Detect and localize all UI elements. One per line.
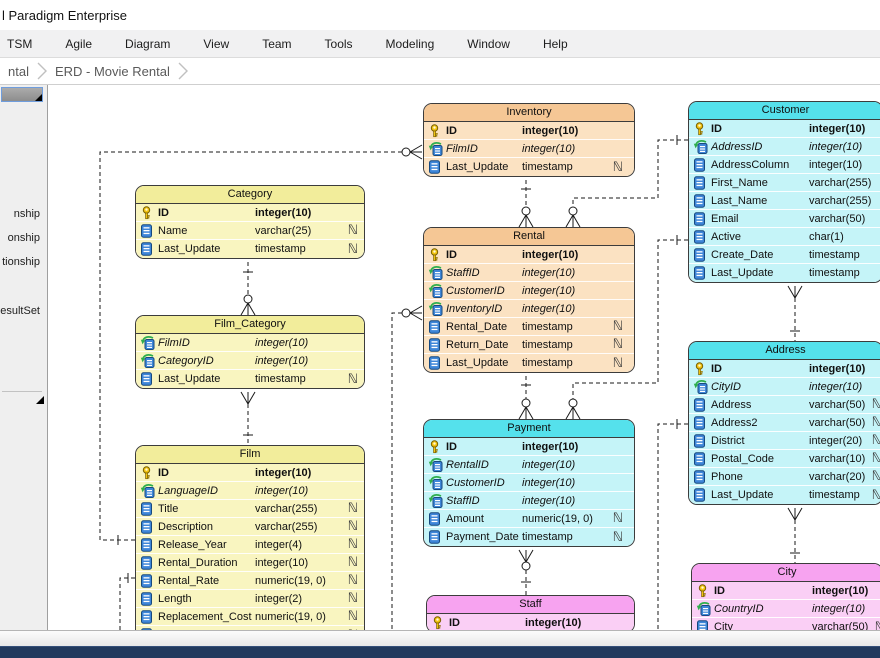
relationship-connector[interactable] [120, 573, 135, 630]
tool-corner-handle-icon [35, 94, 42, 101]
menu-item-window[interactable]: Window [464, 35, 513, 53]
palette-tool-label[interactable]: tionship [2, 256, 40, 268]
relationship-connectors[interactable] [48, 85, 880, 630]
palette-tool-label[interactable]: nship [14, 208, 40, 220]
menu-item-team[interactable]: Team [259, 35, 294, 53]
menu-item-modeling[interactable]: Modeling [383, 35, 438, 53]
relationship-connector[interactable] [241, 262, 255, 315]
selected-tool-button[interactable] [1, 87, 43, 102]
chevron-right-icon [176, 61, 190, 81]
menu-item-help[interactable]: Help [540, 35, 571, 53]
menu-item-tsm[interactable]: TSM [4, 35, 35, 53]
title-bar: l Paradigm Enterprise [0, 0, 880, 30]
relationship-connector[interactable] [658, 419, 688, 630]
relationship-connector[interactable] [788, 286, 802, 341]
diagram-canvas[interactable]: InventoryIDinteger(10)FilmIDinteger(10)L… [48, 85, 880, 630]
relationship-connector[interactable] [519, 376, 533, 419]
relationship-connector[interactable] [100, 145, 422, 545]
breadcrumb-item[interactable]: ntal [2, 64, 35, 79]
relationship-connector[interactable] [241, 392, 255, 445]
relationship-connector[interactable] [519, 550, 533, 595]
application-window: l Paradigm Enterprise TSM Agile Diagram Vie… [0, 0, 880, 658]
main-area: nship onship tionship ResultSet InventoryID… [0, 85, 880, 630]
tool-palette[interactable]: nship onship tionship ResultSet [0, 85, 48, 630]
menu-item-agile[interactable]: Agile [62, 35, 95, 53]
palette-tool-label[interactable]: onship [8, 232, 40, 244]
breadcrumb: ntal ERD - Movie Rental [0, 58, 880, 85]
palette-corner-handle-icon[interactable] [36, 396, 44, 404]
relationship-connector[interactable] [519, 180, 533, 227]
menu-item-view[interactable]: View [200, 35, 232, 53]
menu-item-tools[interactable]: Tools [322, 35, 356, 53]
breadcrumb-item[interactable]: ERD - Movie Rental [49, 64, 176, 79]
chevron-right-icon [35, 61, 49, 81]
relationship-connector[interactable] [566, 235, 688, 419]
menu-item-diagram[interactable]: Diagram [122, 35, 173, 53]
relationship-connector[interactable] [566, 135, 688, 227]
relationship-connector[interactable] [788, 508, 802, 563]
palette-divider [2, 391, 42, 392]
relationship-connector[interactable] [392, 306, 422, 630]
window-title: l Paradigm Enterprise [2, 8, 127, 23]
bottom-panel-strip [0, 630, 880, 646]
palette-tool-label[interactable]: ResultSet [0, 305, 40, 317]
status-bar [0, 646, 880, 658]
menu-bar: TSM Agile Diagram View Team Tools Modeling Wind… [0, 30, 880, 58]
